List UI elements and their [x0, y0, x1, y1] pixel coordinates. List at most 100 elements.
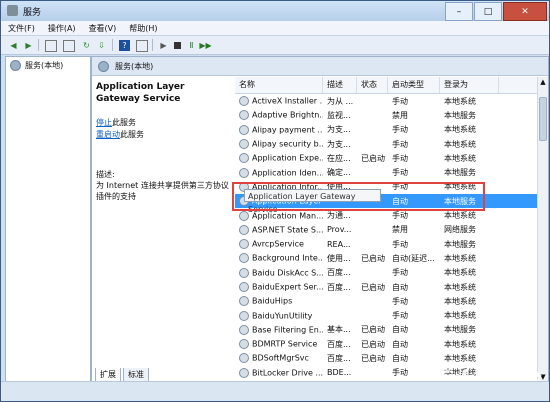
service-row[interactable]: Application Iden... 确定... 手动 本地服务	[235, 165, 548, 179]
description-label: 描述:	[96, 170, 115, 179]
service-startup-cell: 手动	[392, 96, 408, 106]
service-desc-cell: 在应...	[327, 153, 351, 163]
service-startup-cell: 自动	[392, 282, 408, 292]
service-desc-cell: 百度...	[327, 339, 351, 349]
restart-icon[interactable]: ▶▶	[199, 40, 211, 51]
play-icon[interactable]: ▶	[158, 40, 169, 51]
stop-service-line: 停止此服务	[96, 117, 230, 129]
service-status-cell: 已启动	[361, 325, 385, 335]
maximize-button[interactable]: □	[474, 2, 502, 21]
menu-view[interactable]: 查看(V)	[89, 23, 117, 34]
services-window: 服务 – □ ✕ 文件(F) 操作(A) 查看(V) 帮助(H) ◀ ▶ ↻ ⇩…	[0, 0, 550, 402]
back-icon[interactable]: ◀	[8, 40, 19, 51]
service-name-cell: Application Expe...	[235, 153, 323, 164]
service-startup-cell: 手动	[392, 139, 408, 149]
service-gear-icon	[239, 282, 249, 292]
service-desc-cell: Prov...	[327, 225, 352, 235]
restart-service-suffix: 此服务	[120, 130, 144, 139]
vertical-scrollbar[interactable]: ▲ ▼	[537, 77, 548, 382]
forward-icon[interactable]: ▶	[23, 40, 34, 51]
service-name-cell: ASP.NET State S...	[235, 224, 323, 235]
service-details: Application Layer Gateway Service 停止此服务 …	[96, 81, 230, 202]
service-gear-icon	[239, 367, 249, 378]
column-logon-as[interactable]: 登录为	[440, 77, 499, 93]
service-desc-cell: 百度...	[327, 282, 351, 292]
column-status[interactable]: 状态	[357, 77, 388, 93]
scroll-up-icon[interactable]: ▲	[538, 77, 548, 87]
service-name-cell: BaiduExpert Ser...	[235, 282, 323, 292]
column-name[interactable]: 名称	[235, 77, 323, 93]
service-logon-cell: 网络服务	[444, 225, 476, 235]
service-startup-cell: 手动	[392, 168, 408, 178]
console-tree-icon[interactable]	[45, 40, 57, 52]
service-name-cell: BaiduYunUtility	[235, 310, 323, 321]
service-row[interactable]: Application Expe... 在应... 已启动 手动 本地系统	[235, 151, 548, 165]
scroll-thumb[interactable]	[539, 97, 547, 141]
menu-help[interactable]: 帮助(H)	[129, 23, 157, 34]
service-row[interactable]: Background Inte... 使用... 已启动 自动(延迟... 本地系统	[235, 251, 548, 265]
export-icon[interactable]: ⇩	[96, 40, 107, 51]
service-desc-cell: 为从 ...	[327, 96, 354, 106]
service-name-cell: AvrcpService	[235, 239, 323, 250]
service-startup-cell: 手动	[392, 239, 408, 249]
stop-service-link[interactable]: 停止	[96, 118, 112, 127]
service-name-text: AvrcpService	[252, 239, 304, 249]
service-row[interactable]: Baidu DiskAcc S... 百度... 手动 本地系统	[235, 266, 548, 280]
stop-icon[interactable]	[172, 40, 183, 51]
service-row[interactable]: BDMRTP Service 百度... 已启动 自动 本地系统	[235, 337, 548, 351]
service-row[interactable]: ActiveX Installer ... 为从 ... 手动 本地系统	[235, 94, 548, 108]
service-row[interactable]: AvrcpService REA... 手动 本地服务	[235, 237, 548, 251]
service-name-cell: Baidu DiskAcc S...	[235, 267, 323, 278]
service-status-cell: 已启动	[361, 339, 385, 349]
restart-service-link[interactable]: 重启动	[96, 130, 120, 139]
service-gear-icon	[239, 124, 249, 135]
service-startup-cell: 禁用	[392, 225, 408, 235]
service-status-cell: 已启动	[361, 153, 385, 163]
menu-action[interactable]: 操作(A)	[48, 23, 76, 34]
tree-root-services-local[interactable]: 服务(本地)	[10, 60, 63, 71]
service-row[interactable]: Base Filtering En... 基本... 已启动 自动 本地服务	[235, 323, 548, 337]
service-row[interactable]: BaiduYunUtility 手动 本地系统	[235, 308, 548, 322]
service-gear-icon	[239, 324, 249, 335]
pause-icon[interactable]: Ⅱ	[186, 40, 197, 51]
service-gear-icon	[239, 110, 249, 121]
service-startup-cell: 自动(延迟...	[392, 253, 435, 263]
column-description[interactable]: 描述	[323, 77, 357, 93]
service-name-cell: BDMRTP Service	[235, 339, 323, 350]
service-row[interactable]: Adaptive Brightn... 监视... 禁用 本地服务	[235, 108, 548, 122]
service-actions: 停止此服务 重启动此服务	[96, 117, 230, 141]
service-status-cell: 已启动	[361, 353, 385, 363]
service-logon-cell: 本地系统	[444, 211, 476, 221]
service-gear-icon	[239, 224, 249, 235]
service-gear-icon	[239, 239, 249, 250]
service-desc-cell: REA...	[327, 239, 351, 249]
service-row[interactable]: BaiduHips 手动 本地系统	[235, 294, 548, 308]
service-logon-cell: 本地系统	[444, 153, 476, 163]
column-startup-type[interactable]: 启动类型	[388, 77, 440, 93]
service-row[interactable]: Alipay security b... 为支... 手动 本地系统	[235, 137, 548, 151]
service-startup-cell: 自动	[392, 339, 408, 349]
properties-icon[interactable]	[63, 40, 75, 52]
window-controls: – □ ✕	[444, 2, 547, 21]
service-name-text: ASP.NET State S...	[252, 225, 323, 235]
service-name-cell: BitLocker Drive ...	[235, 367, 323, 378]
status-bar	[1, 381, 549, 401]
minimize-button[interactable]: –	[445, 2, 473, 21]
service-row[interactable]: ASP.NET State S... Prov... 禁用 网络服务	[235, 223, 548, 237]
service-row[interactable]: Alipay payment ... 为支... 手动 本地系统	[235, 123, 548, 137]
refresh-icon[interactable]: ↻	[81, 40, 92, 51]
service-logon-cell: 本地系统	[444, 311, 476, 321]
service-logon-cell: 本地服务	[444, 110, 476, 120]
toolbar-separator	[38, 39, 39, 51]
help-icon[interactable]: ?	[119, 40, 130, 51]
menu-file[interactable]: 文件(F)	[8, 23, 35, 34]
service-gear-icon	[239, 253, 249, 264]
service-logon-cell: 本地系统	[444, 139, 476, 149]
services-rows: ActiveX Installer ... 为从 ... 手动 本地系统 Adaptiv…	[235, 94, 548, 380]
view-tabs: 扩展 标准	[95, 368, 151, 383]
service-row[interactable]: BaiduExpert Ser... 百度... 已启动 自动 本地系统	[235, 280, 548, 294]
service-desc-cell: 百度...	[327, 268, 351, 278]
close-button[interactable]: ✕	[503, 2, 547, 21]
service-name-text: ActiveX Installer ...	[252, 96, 323, 106]
show-hide-icon[interactable]	[136, 40, 148, 52]
